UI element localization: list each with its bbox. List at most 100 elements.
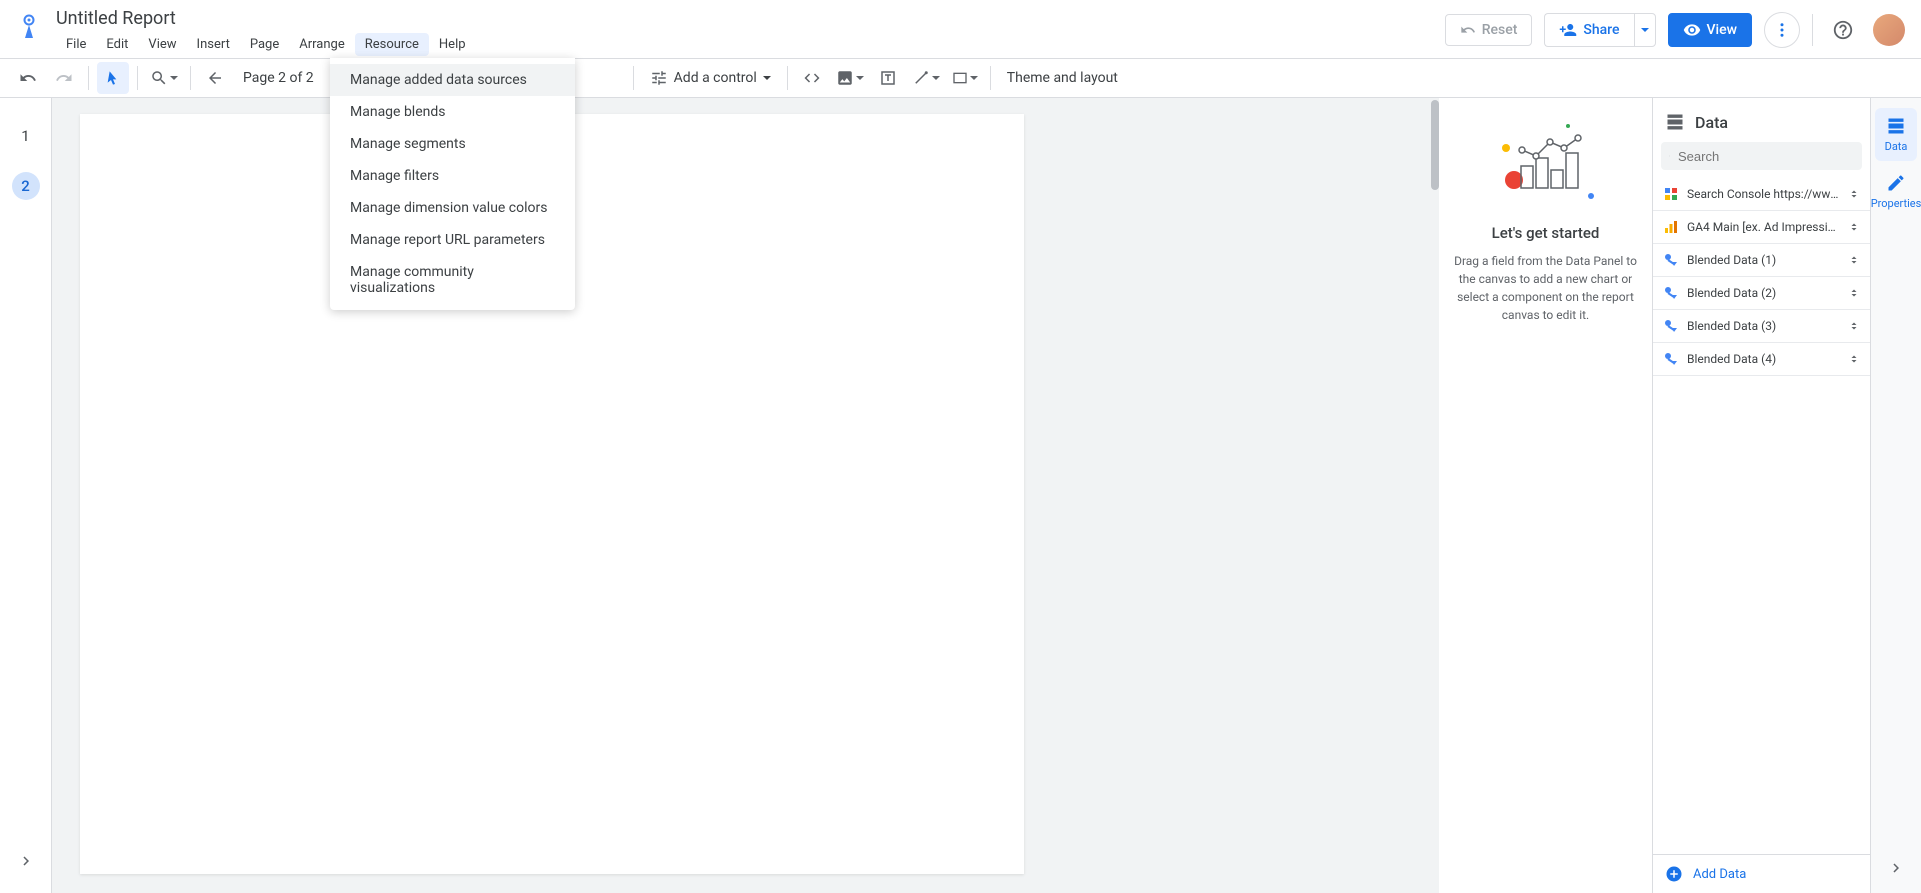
image-icon <box>836 69 854 87</box>
toolbar: Page 2 of 2 Add a control Theme and layo… <box>0 58 1921 98</box>
caret-down-icon <box>856 76 864 80</box>
add-control-button[interactable]: Add a control <box>642 62 779 94</box>
expand-icon[interactable] <box>1848 353 1860 365</box>
get-started-illustration <box>1486 118 1606 208</box>
menu-manage-community-viz[interactable]: Manage community visualizations <box>330 256 575 304</box>
divider <box>1812 14 1813 46</box>
caret-down-icon <box>1641 28 1649 32</box>
menu-edit[interactable]: Edit <box>96 33 138 56</box>
tab-properties[interactable]: Properties <box>1875 165 1917 218</box>
expand-thumbnails[interactable] <box>10 845 42 877</box>
data-source-item[interactable]: Blended Data (2) <box>1653 277 1870 310</box>
canvas-area[interactable] <box>52 98 1439 893</box>
view-button[interactable]: View <box>1668 13 1753 47</box>
pencil-icon <box>1886 173 1906 193</box>
undo-button[interactable] <box>12 62 44 94</box>
expand-icon[interactable] <box>1848 188 1860 200</box>
data-source-item[interactable]: GA4 Main [ex. Ad Impressions] <box>1653 211 1870 244</box>
menu-manage-url-params[interactable]: Manage report URL parameters <box>330 224 575 256</box>
add-circle-icon <box>1665 865 1683 883</box>
prev-page-button[interactable] <box>199 62 231 94</box>
menu-manage-blends[interactable]: Manage blends <box>330 96 575 128</box>
zoom-icon <box>150 69 168 87</box>
text-button[interactable] <box>872 62 904 94</box>
menu-manage-filters[interactable]: Manage filters <box>330 160 575 192</box>
collapse-right-panel[interactable] <box>1887 859 1905 877</box>
share-button[interactable]: Share <box>1544 13 1633 47</box>
expand-icon[interactable] <box>1848 221 1860 233</box>
menu-file[interactable]: File <box>56 33 96 56</box>
menu-bar: File Edit View Insert Page Arrange Resou… <box>56 33 1445 56</box>
share-dropdown[interactable] <box>1634 13 1656 47</box>
data-panel: Data Search Console https://www.search… … <box>1653 98 1871 893</box>
eye-icon <box>1683 21 1701 39</box>
user-avatar[interactable] <box>1873 14 1905 46</box>
ga4-icon <box>1663 219 1679 235</box>
tab-data[interactable]: Data <box>1875 108 1917 161</box>
vertical-scrollbar[interactable] <box>1431 100 1439 190</box>
menu-arrange[interactable]: Arrange <box>289 33 354 56</box>
code-icon <box>803 69 821 87</box>
theme-layout-button[interactable]: Theme and layout <box>999 62 1126 94</box>
caret-down-icon <box>932 76 940 80</box>
text-icon <box>879 69 897 87</box>
caret-down-icon <box>170 76 178 80</box>
chevron-right-icon <box>1887 859 1905 877</box>
more-vert-icon <box>1773 21 1791 39</box>
menu-help[interactable]: Help <box>429 33 476 56</box>
menu-manage-segments[interactable]: Manage segments <box>330 128 575 160</box>
data-source-item[interactable]: Blended Data (1) <box>1653 244 1870 277</box>
help-icon <box>1832 19 1854 41</box>
menu-manage-data-sources[interactable]: Manage added data sources <box>330 64 575 96</box>
workspace: 1 2 Let's get <box>0 98 1921 893</box>
resource-dropdown-menu: Manage added data sources Manage blends … <box>330 58 575 310</box>
page-thumbnails: 1 2 <box>0 98 52 893</box>
data-search-input[interactable] <box>1678 149 1854 164</box>
undo-icon <box>1460 22 1476 38</box>
search-console-icon <box>1663 186 1679 202</box>
data-source-item[interactable]: Search Console https://www.search… <box>1653 178 1870 211</box>
data-table-icon <box>1665 112 1685 132</box>
expand-icon[interactable] <box>1848 320 1860 332</box>
menu-manage-dimension-colors[interactable]: Manage dimension value colors <box>330 192 575 224</box>
data-source-item[interactable]: Blended Data (4) <box>1653 343 1870 376</box>
expand-icon[interactable] <box>1848 254 1860 266</box>
redo-icon <box>55 69 73 87</box>
page-indicator: Page 2 of 2 <box>235 70 322 86</box>
zoom-dropdown[interactable] <box>146 62 182 94</box>
more-options-button[interactable] <box>1764 12 1800 48</box>
search-icon <box>1669 148 1670 164</box>
selection-tool[interactable] <box>97 62 129 94</box>
line-dropdown[interactable] <box>908 62 944 94</box>
filter-icon <box>650 69 668 87</box>
cursor-icon <box>105 70 121 86</box>
shape-dropdown[interactable] <box>948 62 982 94</box>
caret-down-icon <box>763 76 771 80</box>
right-tabs: Data Properties <box>1871 98 1921 893</box>
menu-insert[interactable]: Insert <box>187 33 240 56</box>
menu-resource[interactable]: Resource <box>355 33 429 56</box>
expand-icon[interactable] <box>1848 287 1860 299</box>
data-source-item[interactable]: Blended Data (3) <box>1653 310 1870 343</box>
blend-icon <box>1663 318 1679 334</box>
data-search[interactable] <box>1661 142 1862 170</box>
get-started-panel: Let's get started Drag a field from the … <box>1439 98 1653 893</box>
menu-page[interactable]: Page <box>240 33 289 56</box>
data-source-list: Search Console https://www.search… GA4 M… <box>1653 178 1870 854</box>
report-title[interactable]: Untitled Report <box>56 6 1445 31</box>
menu-view[interactable]: View <box>138 33 186 56</box>
page-thumb-2[interactable]: 2 <box>12 172 40 200</box>
page-thumb-1[interactable]: 1 <box>12 122 40 150</box>
redo-button[interactable] <box>48 62 80 94</box>
get-started-title: Let's get started <box>1451 224 1640 242</box>
data-panel-header: Data <box>1653 98 1870 142</box>
person-add-icon <box>1559 21 1577 39</box>
reset-button[interactable]: Reset <box>1445 14 1533 46</box>
help-button[interactable] <box>1825 12 1861 48</box>
add-data-button[interactable]: Add Data <box>1653 854 1870 893</box>
embed-button[interactable] <box>796 62 828 94</box>
chevron-right-icon <box>17 852 35 870</box>
looker-studio-logo[interactable] <box>16 10 42 46</box>
image-dropdown[interactable] <box>832 62 868 94</box>
caret-down-icon <box>970 76 978 80</box>
